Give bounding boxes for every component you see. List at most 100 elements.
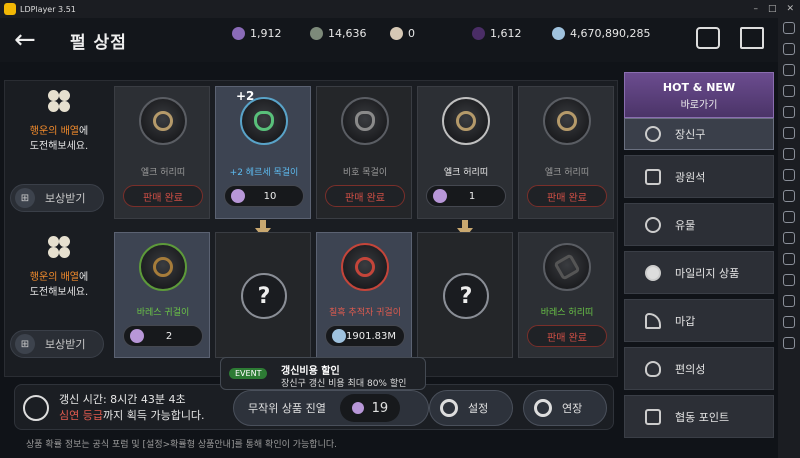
price-button[interactable]: 2 bbox=[123, 325, 203, 347]
sidebar-item-accessory[interactable]: 장신구 bbox=[624, 118, 774, 150]
window-controls[interactable]: – □ ✕ bbox=[753, 4, 794, 14]
record-icon[interactable] bbox=[783, 211, 795, 223]
more-icon[interactable] bbox=[783, 274, 795, 286]
dark-pearl-icon bbox=[433, 189, 447, 203]
sidebar-item-coop-points[interactable]: 협동 포인트 bbox=[624, 395, 774, 438]
shop-card[interactable]: 비호 목걸이 판매 완료 bbox=[316, 86, 412, 219]
claim-reward-button[interactable]: ⊞ 보상받기 bbox=[10, 330, 104, 358]
home-nav-icon[interactable] bbox=[783, 316, 795, 328]
silver-ore-icon bbox=[310, 27, 323, 40]
keyboard-icon[interactable] bbox=[783, 22, 795, 34]
dark-pearl-icon bbox=[351, 402, 364, 414]
volume-up-icon[interactable] bbox=[783, 43, 795, 55]
necklace-item-icon bbox=[341, 97, 389, 145]
price-button[interactable]: 1 bbox=[426, 185, 506, 207]
multi-instance-icon[interactable] bbox=[783, 190, 795, 202]
sidebar-item-convenience[interactable]: 편의성 bbox=[624, 347, 774, 390]
exit-icon[interactable] bbox=[740, 27, 764, 49]
handshake-icon bbox=[645, 408, 661, 425]
shop-card[interactable]: 엘크 허리띠 판매 완료 bbox=[518, 86, 614, 219]
volume-down-icon[interactable] bbox=[783, 64, 795, 76]
bottom-bar: 갱신 시간: 8시간 43분 4초 심연 등급까지 획득 가능합니다. 무작위 … bbox=[14, 384, 614, 430]
window-title: LDPlayer 3.51 bbox=[20, 4, 76, 14]
earring-item-icon bbox=[139, 243, 187, 291]
random-display-button[interactable]: 무작위 상품 진열 19 bbox=[233, 390, 429, 426]
question-mark-icon: ? bbox=[443, 273, 489, 319]
gift-icon: ⊞ bbox=[15, 188, 35, 208]
silver-icon bbox=[552, 27, 565, 40]
random-cost: 19 bbox=[339, 394, 400, 422]
search-icon[interactable] bbox=[23, 395, 49, 421]
renew-info: 갱신 시간: 8시간 43분 4초 심연 등급까지 획득 가능합니다. bbox=[59, 393, 205, 422]
hot-new-banner[interactable]: HOT & NEW 바로가기 bbox=[624, 72, 774, 118]
sidebar-item-crystal[interactable]: 광원석 bbox=[624, 155, 774, 198]
back-button[interactable]: ← bbox=[14, 25, 54, 55]
horse-armor-icon bbox=[645, 312, 661, 329]
folder-icon[interactable] bbox=[783, 148, 795, 160]
currency-pearl: 0 bbox=[390, 27, 472, 40]
down-arrow-icon bbox=[462, 220, 468, 228]
currency-bar: 1,912 14,636 0 1,612 4,670,890,285 bbox=[232, 27, 650, 40]
maximize-icon[interactable]: □ bbox=[768, 4, 777, 14]
extend-button[interactable]: 연장 bbox=[523, 390, 607, 426]
silver-icon bbox=[332, 329, 346, 343]
mystery-card[interactable]: ? bbox=[417, 232, 513, 358]
belt-item-icon bbox=[543, 97, 591, 145]
shop-card[interactable]: 엘크 허리띠 판매 완료 bbox=[114, 86, 210, 219]
belt-item-icon bbox=[139, 97, 187, 145]
currency-dark-pearl: 1,612 bbox=[472, 27, 552, 40]
apk-icon[interactable] bbox=[783, 169, 795, 181]
minimize-icon[interactable]: – bbox=[753, 4, 758, 14]
sidebar-item-relic[interactable]: 유물 bbox=[624, 203, 774, 246]
relic-icon bbox=[645, 216, 661, 233]
accessory-icon bbox=[645, 126, 661, 142]
currency-silver: 4,670,890,285 bbox=[552, 27, 650, 40]
rotate-icon[interactable] bbox=[783, 106, 795, 118]
earring-item-icon bbox=[341, 243, 389, 291]
currency-silver-ore: 14,636 bbox=[310, 27, 390, 40]
settings-button[interactable]: 설정 bbox=[429, 390, 513, 426]
gear-icon bbox=[534, 399, 552, 417]
clover-emblem-icon bbox=[36, 236, 82, 266]
page-title: 펄 상점 bbox=[70, 32, 127, 53]
sold-out-badge: 판매 완료 bbox=[123, 185, 203, 207]
mystery-card[interactable]: ? bbox=[215, 232, 311, 358]
row-label-text: 행운의 배열에 도전해보세요. bbox=[29, 272, 89, 298]
location-icon[interactable] bbox=[783, 232, 795, 244]
price-button[interactable]: 10 bbox=[224, 185, 304, 207]
shop-card[interactable]: +2 +2 헤르세 목걸이 10 bbox=[215, 86, 311, 219]
shop-card[interactable]: 칠흑 추적자 귀걸이 1901.83M bbox=[316, 232, 412, 358]
shake-icon[interactable] bbox=[783, 253, 795, 265]
shop-card[interactable]: 바레스 귀걸이 2 bbox=[114, 232, 210, 358]
sold-out-badge: 판매 완료 bbox=[325, 185, 405, 207]
price-button[interactable]: 1901.83M bbox=[325, 325, 405, 347]
sidebar-item-horse-armor[interactable]: 마갑 bbox=[624, 299, 774, 342]
back-nav-icon[interactable] bbox=[783, 295, 795, 307]
close-icon[interactable]: ✕ bbox=[786, 4, 794, 14]
sold-out-badge: 판매 완료 bbox=[527, 325, 607, 347]
clover-emblem-icon bbox=[36, 90, 82, 120]
recent-nav-icon[interactable] bbox=[783, 337, 795, 349]
down-arrow-icon bbox=[260, 220, 266, 228]
fullscreen-icon[interactable] bbox=[783, 127, 795, 139]
shop-card[interactable]: 바레스 허리띠 판매 완료 bbox=[518, 232, 614, 358]
screenshot-icon[interactable] bbox=[783, 85, 795, 97]
mileage-icon bbox=[645, 264, 661, 281]
event-tooltip: EVENT 갱신비용 할인 장신구 갱신 비용 최대 80% 할인 bbox=[220, 357, 426, 390]
crystal-icon bbox=[645, 168, 661, 185]
shop-card[interactable]: 엘크 허리띠 1 bbox=[417, 86, 513, 219]
game-header: ← 펄 상점 1,912 14,636 0 1,612 4,670,890,28… bbox=[0, 18, 778, 62]
storage-icon[interactable] bbox=[696, 27, 720, 49]
claim-reward-button[interactable]: ⊞ 보상받기 bbox=[10, 184, 104, 212]
necklace-item-icon bbox=[240, 97, 288, 145]
row-label-text: 행운의 배열에 도전해보세요. bbox=[29, 126, 89, 152]
emulator-titlebar: LDPlayer 3.51 – □ ✕ bbox=[0, 0, 800, 18]
currency-mileage: 1,912 bbox=[232, 27, 310, 40]
belt-item-icon bbox=[543, 243, 591, 291]
sidebar-item-mileage[interactable]: 마일리지 상품 bbox=[624, 251, 774, 294]
belt-item-icon bbox=[442, 97, 490, 145]
row-label-1: 행운의 배열에 도전해보세요. ⊞ 보상받기 bbox=[6, 84, 112, 228]
question-mark-icon: ? bbox=[241, 273, 287, 319]
dark-pearl-icon bbox=[231, 189, 245, 203]
mileage-coin-icon bbox=[232, 27, 245, 40]
